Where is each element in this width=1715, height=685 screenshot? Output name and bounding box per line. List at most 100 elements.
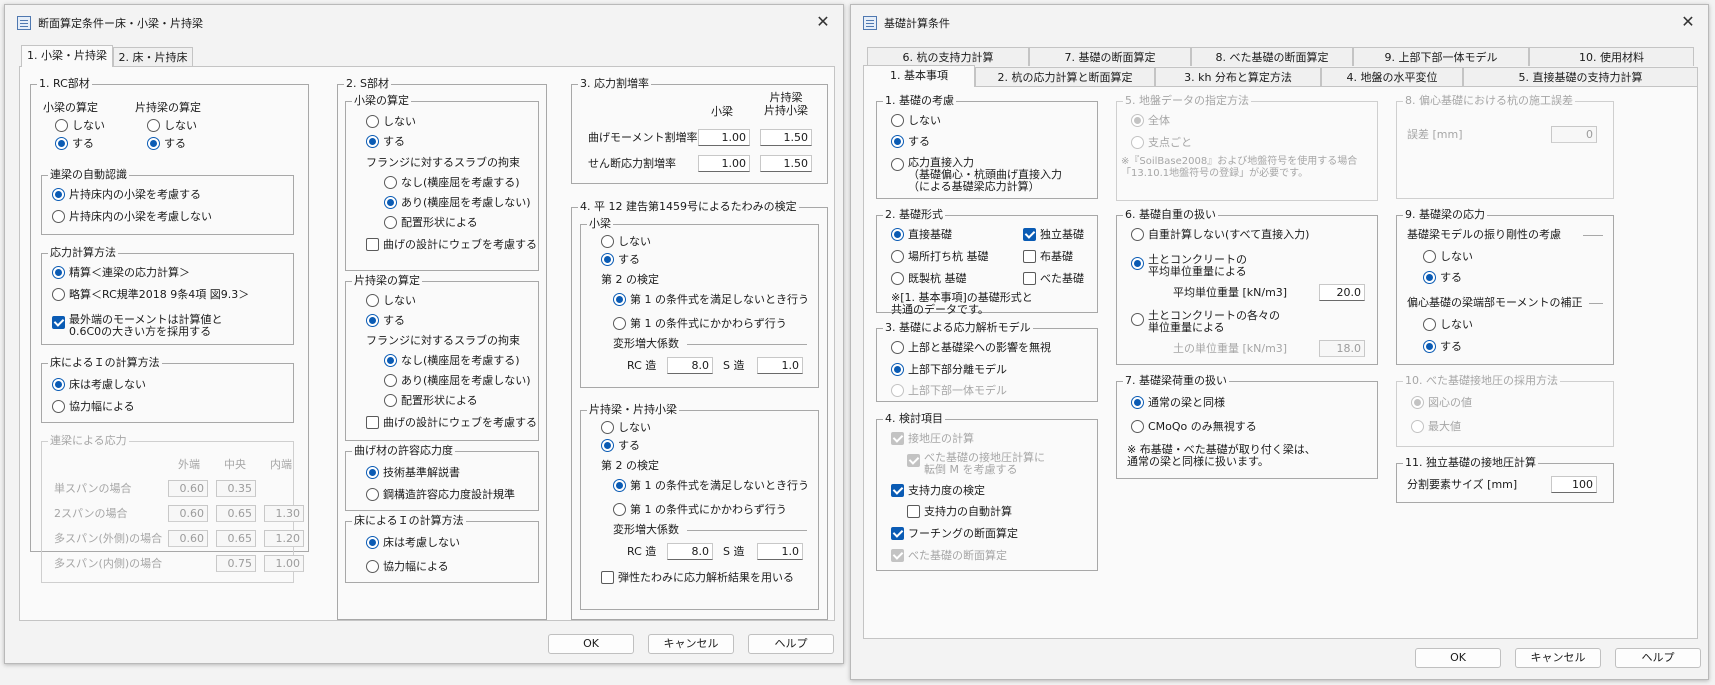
- ren-ignore[interactable]: 片持床内の小梁を考慮しない: [52, 210, 212, 223]
- form-cast-pile[interactable]: 場所打ち杭 基礎: [891, 250, 989, 263]
- right-ok-button[interactable]: OK: [1415, 648, 1501, 668]
- tab-pile-capacity[interactable]: 6. 杭の支持力計算: [867, 47, 1029, 66]
- check-items-group: 4. 検討項目 接地圧の計算 べた基礎の接地圧計算に 転倒 M を考慮する 支持…: [876, 412, 1098, 571]
- defl-kata-s[interactable]: 1.0: [757, 543, 803, 560]
- defl-group: 4. 平 12 建告第1459号によるたわみの検定 小梁 しない する 第 2 …: [571, 200, 828, 620]
- tab-kobari[interactable]: 1. 小梁・片持梁: [21, 45, 113, 67]
- s-kobari-yes[interactable]: する: [366, 135, 405, 148]
- s-kata-no[interactable]: しない: [366, 294, 416, 307]
- close-icon[interactable]: ✕: [813, 12, 833, 32]
- form-strip-checkbox[interactable]: 布基礎: [1023, 250, 1073, 263]
- form-note: ※[1. 基本事項]の基礎形式と 共通のデータです。: [891, 291, 1033, 316]
- close-icon[interactable]: ✕: [1678, 12, 1698, 32]
- defl-kobari-no[interactable]: しない: [601, 235, 651, 248]
- s-floor-width[interactable]: 協力幅による: [366, 560, 449, 573]
- avg-unit-weight-input[interactable]: 20.0: [1319, 284, 1365, 301]
- capacity-check-checkbox[interactable]: 支持力度の検定: [891, 484, 985, 497]
- s-kobari-slab-none[interactable]: なし(横座屈を考慮する): [384, 176, 520, 189]
- rc-kobari-yes[interactable]: する: [55, 137, 94, 150]
- eccentric-yes[interactable]: する: [1423, 340, 1462, 353]
- model-integrated: 上部下部一体モデル: [891, 384, 1007, 397]
- s-kata-slab-layout[interactable]: 配置形状による: [384, 394, 478, 407]
- s-kobari-no[interactable]: しない: [366, 115, 416, 128]
- ren-consider[interactable]: 片持床内の小梁を考慮する: [52, 188, 201, 201]
- consider-yes[interactable]: する: [891, 135, 930, 148]
- defl-kobari-always[interactable]: 第 1 の条件式にかかわらず行う: [613, 317, 787, 330]
- weight-none[interactable]: 自重計算しない(すべて直接入力): [1131, 228, 1309, 241]
- defl-kata-always[interactable]: 第 1 の条件式にかかわらず行う: [613, 503, 787, 516]
- weight-average[interactable]: 土とコンクリートの 平均単位重量による: [1131, 254, 1247, 278]
- torsion-no[interactable]: しない: [1423, 250, 1473, 263]
- pile-error-input: 0: [1551, 126, 1597, 143]
- form-direct[interactable]: 直接基礎: [891, 228, 952, 241]
- tab-direct-capacity[interactable]: 5. 直接基礎の支持力計算: [1463, 67, 1698, 87]
- defl-kobari-rc[interactable]: 8.0: [667, 357, 713, 374]
- left-ok-button[interactable]: OK: [548, 634, 634, 654]
- moment-rate-kata[interactable]: 1.50: [760, 129, 812, 146]
- renst-row-label: 多スパン(外側)の場合: [54, 532, 163, 545]
- footing-section-checkbox[interactable]: フーチングの断面算定: [891, 527, 1018, 540]
- outer-moment-checkbox[interactable]: 最外端のモーメントは計算値と 0.6C0の大きい方を採用する: [52, 314, 223, 338]
- defl-kobari-cond1[interactable]: 第 1 の条件式を満足しないとき行う: [613, 293, 809, 306]
- form-group: 2. 基礎形式 直接基礎 場所打ち杭 基礎 既製杭 基礎 独立基礎 布基礎 べた…: [876, 208, 1098, 316]
- s-kobari-slab-yes[interactable]: あり(横座屈を考慮しない): [384, 196, 531, 209]
- rc-kobari-no[interactable]: しない: [55, 119, 105, 132]
- model-ignore[interactable]: 上部と基礎梁への影響を無視: [891, 341, 1051, 354]
- element-size-input[interactable]: 100: [1551, 476, 1597, 493]
- left-help-button[interactable]: ヘルプ: [748, 634, 834, 654]
- moment-rate-kobari[interactable]: 1.00: [698, 129, 750, 146]
- left-cancel-button[interactable]: キャンセル: [648, 634, 734, 654]
- s-floor-no[interactable]: 床は考慮しない: [366, 536, 460, 549]
- tab-materials[interactable]: 10. 使用材料: [1529, 47, 1694, 66]
- defl-kata-rc[interactable]: 8.0: [667, 543, 713, 560]
- ground-all: 全体: [1131, 114, 1170, 127]
- rc-floor-no[interactable]: 床は考慮しない: [52, 378, 146, 391]
- beam-load-normal[interactable]: 通常の梁と同様: [1131, 396, 1225, 409]
- rc-floor-width[interactable]: 協力幅による: [52, 400, 135, 413]
- allow-kijun[interactable]: 技術基準解説書: [366, 466, 460, 479]
- defl-kobari-group: 小梁 しない する 第 2 の検定 第 1 の条件式を満足しないとき行う 第 1…: [580, 217, 819, 388]
- defl-kata-cond1[interactable]: 第 1 の条件式を満足しないとき行う: [613, 479, 809, 492]
- calc-group: 応力計算方法 精算＜連梁の応力計算＞ 略算＜RC規準2018 9条4項 図9.3…: [41, 246, 294, 345]
- s-kata-yes[interactable]: する: [366, 314, 405, 327]
- right-cancel-button[interactable]: キャンセル: [1515, 648, 1601, 668]
- mat-section-checkbox: べた基礎の断面算定: [891, 549, 1007, 562]
- calc-precise[interactable]: 精算＜連梁の応力計算＞: [52, 266, 190, 279]
- torsion-yes[interactable]: する: [1423, 271, 1462, 284]
- calc-approx[interactable]: 略算＜RC規準2018 9条4項 図9.3＞: [52, 288, 249, 301]
- right-help-button[interactable]: ヘルプ: [1615, 648, 1701, 668]
- s-kobari-web-checkbox[interactable]: 曲げの設計にウェブを考慮する: [366, 238, 537, 251]
- s-kata-web-checkbox[interactable]: 曲げの設計にウェブを考慮する: [366, 416, 537, 429]
- consider-no[interactable]: しない: [891, 114, 941, 127]
- beam-load-cmoqo[interactable]: CMoQo のみ無視する: [1131, 420, 1257, 433]
- tab-mat-section[interactable]: 8. べた基礎の断面算定: [1191, 47, 1353, 66]
- eccentric-no[interactable]: しない: [1423, 318, 1473, 331]
- tab-foundation-section[interactable]: 7. 基礎の断面算定: [1029, 47, 1191, 66]
- s-kata-slab-yes[interactable]: あり(横座屈を考慮しない): [384, 374, 531, 387]
- tab-pile-stress[interactable]: 2. 杭の応力計算と断面算定: [975, 67, 1155, 87]
- tab-ground-disp[interactable]: 4. 地盤の水平変位: [1321, 67, 1463, 87]
- defl-kobari-s[interactable]: 1.0: [757, 357, 803, 374]
- defl-kata-yes[interactable]: する: [601, 439, 640, 452]
- tab-kh[interactable]: 3. kh 分布と算定方法: [1155, 67, 1321, 87]
- rc-kata-no[interactable]: しない: [147, 119, 197, 132]
- shear-rate-kobari[interactable]: 1.00: [698, 155, 750, 172]
- tab-yuka[interactable]: 2. 床・片持床: [113, 47, 193, 67]
- s-kobari-slab-layout[interactable]: 配置形状による: [384, 216, 478, 229]
- tab-integrated-model[interactable]: 9. 上部下部一体モデル: [1353, 47, 1529, 66]
- form-precast-pile[interactable]: 既製杭 基礎: [891, 272, 967, 285]
- allow-kou[interactable]: 鋼構造許容応力度設計規準: [366, 488, 515, 501]
- s-kata-slab-none[interactable]: なし(横座屈を考慮する): [384, 354, 520, 367]
- model-separated[interactable]: 上部下部分離モデル: [891, 363, 1007, 376]
- tab-basic[interactable]: 1. 基本事項: [863, 65, 975, 87]
- rc-kata-yes[interactable]: する: [147, 137, 186, 150]
- defl-kobari-yes[interactable]: する: [601, 253, 640, 266]
- shear-rate-kata[interactable]: 1.50: [760, 155, 812, 172]
- weight-separate[interactable]: 土とコンクリートの各々の 単位重量による: [1131, 310, 1280, 334]
- consider-direct[interactable]: 応力直接入力 （基礎偏心・杭頭曲げ直接入力 （による基礎梁応力計算）: [891, 157, 1062, 193]
- defl-kata-no[interactable]: しない: [601, 421, 651, 434]
- form-isolated-checkbox[interactable]: 独立基礎: [1023, 228, 1084, 241]
- form-mat-checkbox[interactable]: べた基礎: [1023, 272, 1084, 285]
- auto-capacity-checkbox[interactable]: 支持力の自動計算: [907, 505, 1012, 518]
- elastic-defl-checkbox[interactable]: 弾性たわみに応力解析結果を用いる: [601, 571, 794, 584]
